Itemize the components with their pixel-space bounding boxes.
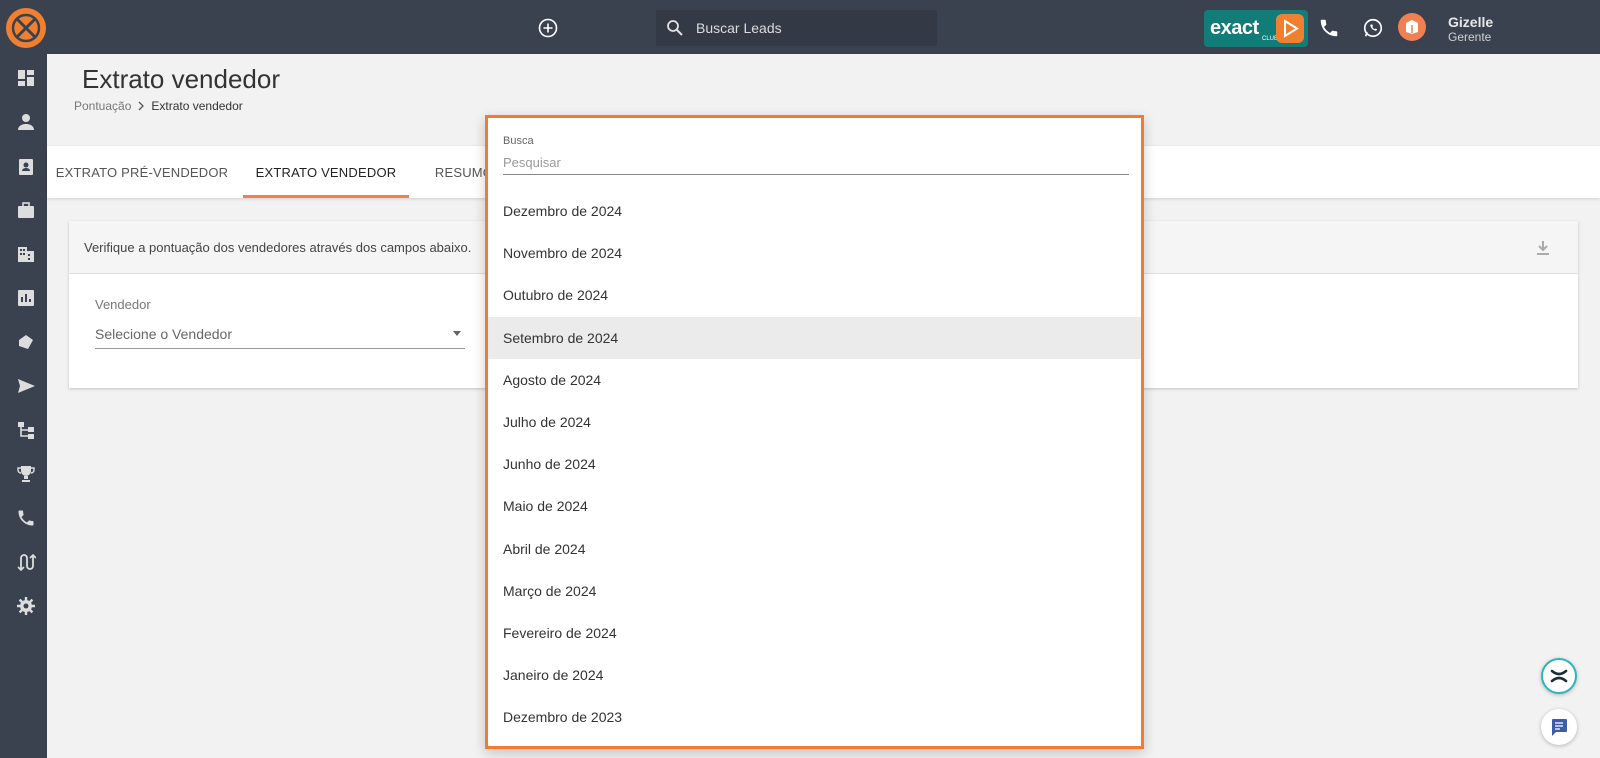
collapse-chevrons-icon xyxy=(1550,669,1568,683)
logo-mark-icon xyxy=(11,13,41,43)
dropdown-option[interactable]: Dezembro de 2023 xyxy=(488,696,1141,738)
hierarchy-icon[interactable] xyxy=(16,420,36,440)
bar-chart-icon[interactable] xyxy=(16,288,36,308)
tab-extrato-vendedor[interactable]: EXTRATO VENDEDOR xyxy=(243,146,409,198)
top-bar: exact CLUB Gizelle Gerente xyxy=(0,0,1600,54)
search-bar[interactable] xyxy=(656,10,937,46)
dropdown-search-label: Busca xyxy=(503,135,534,147)
breadcrumb: Pontuação Extrato vendedor xyxy=(74,99,243,113)
period-dropdown: Busca Dezembro de 2024Novembro de 2024Ou… xyxy=(485,115,1144,749)
dropdown-option[interactable]: Fevereiro de 2024 xyxy=(488,612,1141,654)
caret-down-icon xyxy=(453,331,461,336)
dropdown-option[interactable]: Setembro de 2024 xyxy=(488,316,1141,359)
page-title: Extrato vendedor xyxy=(82,64,281,94)
app-logo[interactable] xyxy=(6,8,46,48)
dropdown-option-list: Dezembro de 2024 Novembro de 2024 Outubro … xyxy=(488,190,1141,738)
dropdown-search-input[interactable] xyxy=(503,151,1129,175)
phone-icon[interactable] xyxy=(16,508,36,528)
exact-club-badge[interactable]: exact CLUB xyxy=(1204,10,1308,47)
user-role: Gerente xyxy=(1448,30,1492,44)
dropdown-option[interactable]: Outubro de 2024 xyxy=(488,274,1141,316)
card-info-text: Verifique a pontuação dos vendedores atr… xyxy=(84,240,472,255)
dropdown-option[interactable]: Junho de 2024 xyxy=(488,443,1141,485)
tags-icon[interactable] xyxy=(16,332,36,352)
whatsapp-icon[interactable] xyxy=(1362,17,1384,39)
person-icon[interactable] xyxy=(16,112,36,132)
user-avatar[interactable] xyxy=(1398,13,1426,41)
dropdown-option[interactable]: Março de 2024 xyxy=(488,570,1141,612)
download-icon[interactable] xyxy=(1534,239,1552,257)
dropdown-option[interactable]: Dezembro de 2024 xyxy=(488,190,1141,232)
trophy-icon[interactable] xyxy=(16,464,36,484)
dropdown-option[interactable]: Agosto de 2024 xyxy=(488,359,1141,401)
sidebar xyxy=(0,54,47,758)
flow-icon[interactable] xyxy=(16,552,36,572)
plus-circle-icon[interactable] xyxy=(538,18,558,38)
building-icon[interactable] xyxy=(16,244,36,264)
phone-icon[interactable] xyxy=(1318,17,1340,39)
briefcase-icon[interactable] xyxy=(16,200,36,220)
club-brand: exact xyxy=(1210,17,1259,39)
vendedor-label: Vendedor xyxy=(95,297,151,312)
tab-extrato-pre-vendedor[interactable]: EXTRATO PRÉ-VENDEDOR xyxy=(47,146,237,198)
gear-icon[interactable] xyxy=(16,596,36,616)
search-input[interactable] xyxy=(696,20,916,36)
vendedor-select[interactable]: Selecione o Vendedor xyxy=(95,319,465,349)
chevron-right-icon xyxy=(138,101,145,111)
dropdown-option[interactable]: Julho de 2024 xyxy=(488,401,1141,443)
play-icon xyxy=(1276,14,1304,43)
breadcrumb-current: Extrato vendedor xyxy=(151,99,243,113)
dropdown-option[interactable]: Novembro de 2024 xyxy=(488,232,1141,274)
dashboard-icon[interactable] xyxy=(16,68,36,88)
contact-card-icon[interactable] xyxy=(16,156,36,176)
user-name[interactable]: Gizelle xyxy=(1448,14,1493,30)
chat-button[interactable] xyxy=(1541,709,1577,745)
dropdown-option[interactable]: Maio de 2024 xyxy=(488,485,1141,527)
dropdown-option[interactable]: Janeiro de 2024 xyxy=(488,654,1141,696)
widget-toggle-button[interactable] xyxy=(1541,658,1577,694)
breadcrumb-parent[interactable]: Pontuação xyxy=(74,99,131,113)
vendedor-select-value: Selecione o Vendedor xyxy=(95,326,232,342)
send-icon[interactable] xyxy=(16,376,36,396)
chat-icon xyxy=(1552,719,1567,736)
dropdown-option[interactable]: Abril de 2024 xyxy=(488,528,1141,570)
search-icon xyxy=(667,20,683,36)
